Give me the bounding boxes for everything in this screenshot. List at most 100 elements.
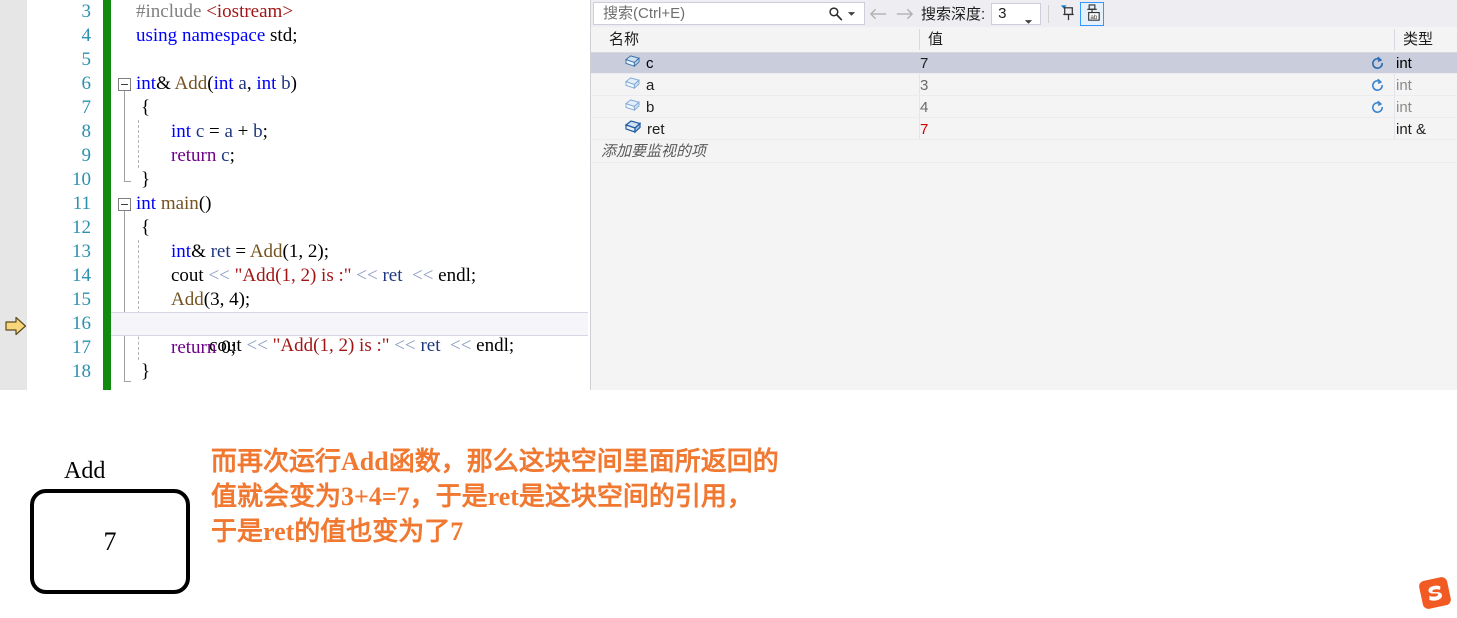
watch-variable-type: int <box>1396 77 1412 94</box>
s-logo-watermark <box>1419 577 1451 609</box>
refresh-icon[interactable] <box>1370 56 1385 76</box>
fold-guide-elbow <box>124 381 131 382</box>
code-line[interactable]: int c = a + b; <box>171 120 268 144</box>
unsaved-change-bar <box>103 0 111 390</box>
code-token-shift: << <box>356 265 378 286</box>
search-depth-value: 3 <box>998 5 1007 22</box>
table-row[interactable]: c 7 int <box>591 53 1457 74</box>
code-token-c: c <box>221 145 230 166</box>
search-depth-combobox[interactable]: 3 <box>991 2 1042 25</box>
line-number: 12 <box>72 217 91 238</box>
line-number: 7 <box>81 97 92 118</box>
code-line[interactable]: #include <iostream> <box>136 0 293 24</box>
code-line[interactable]: return c; <box>171 144 235 168</box>
code-line[interactable]: { <box>141 216 150 240</box>
refresh-icon[interactable] <box>1370 78 1385 98</box>
code-token-int: int <box>136 73 157 94</box>
fold-collapse-icon-line6[interactable] <box>118 78 131 91</box>
code-token-two: 2 <box>307 241 318 262</box>
variable-box-icon <box>625 75 640 96</box>
code-token-shift: << <box>411 265 434 286</box>
variable-box-icon <box>625 53 640 74</box>
line-number-gutter: 3 4 5 6 7 8 9 10 11 12 13 14 15 16 17 18 <box>27 0 103 390</box>
code-token-int: int <box>256 73 277 94</box>
column-header-value[interactable]: 值 <box>920 27 1394 52</box>
fold-collapse-icon-line11[interactable] <box>118 198 131 211</box>
annotation-note-line: 于是ret的值也变为了7 <box>211 517 464 546</box>
nav-forward-button[interactable] <box>891 2 917 26</box>
nav-back-button[interactable] <box>865 2 891 26</box>
code-line[interactable]: int main() <box>136 192 211 216</box>
watch-row-name-cell[interactable]: ret <box>591 119 665 140</box>
watch-row-name-cell[interactable]: a <box>591 75 654 96</box>
code-token-return: return <box>171 145 217 166</box>
code-semicolon: ; <box>229 145 235 166</box>
watch-toolbar: 搜索深度: 3 <box>591 0 1457 27</box>
code-text-area[interactable]: #include <iostream> using namespace std;… <box>111 0 590 390</box>
watch-variable-value[interactable]: 4 <box>920 97 928 118</box>
code-token-shift: << <box>208 265 230 286</box>
code-line[interactable]: int& ret = Add(1, 2); <box>171 240 329 264</box>
code-line[interactable]: using namespace std; <box>136 24 297 48</box>
code-token-std: std; <box>270 25 298 46</box>
code-token-ret: ret <box>210 241 231 262</box>
code-token-fn-add: Add <box>174 73 208 94</box>
code-token-brace: { <box>141 217 151 238</box>
code-token-string: "Add(1, 2) is :" <box>234 265 352 286</box>
code-editor-pane[interactable]: 3 4 5 6 7 8 9 10 11 12 13 14 15 16 17 18 <box>0 0 590 390</box>
watch-grid-header: 名称 值 类型 <box>591 27 1457 53</box>
column-header-name[interactable]: 名称 <box>601 27 919 52</box>
line-number: 14 <box>72 265 91 286</box>
watch-variable-value[interactable]: 3 <box>920 75 928 96</box>
refresh-icon[interactable] <box>1370 100 1385 120</box>
search-input[interactable] <box>601 4 823 23</box>
search-icon[interactable] <box>823 3 847 24</box>
watch-variable-value[interactable]: 7 <box>920 119 928 140</box>
code-line[interactable]: } <box>141 360 150 384</box>
watch-row-name-cell[interactable]: b <box>591 97 654 118</box>
watch-variable-value[interactable]: 7 <box>920 53 928 74</box>
line-number: 4 <box>81 25 92 46</box>
screenshot-root: 3 4 5 6 7 8 9 10 11 12 13 14 15 16 17 18 <box>0 0 1457 618</box>
code-semicolon: ; <box>262 121 268 142</box>
search-box[interactable] <box>593 2 865 25</box>
watch-variable-type: int <box>1396 55 1412 72</box>
code-token-ret: ret <box>420 335 441 356</box>
code-token-include: #include <box>136 1 202 22</box>
code-line[interactable]: return 0; <box>171 336 236 360</box>
table-row[interactable]: a 3 int <box>591 75 1457 96</box>
indent-guide <box>138 120 139 168</box>
line-number: 18 <box>72 361 91 382</box>
code-token-amp: & <box>191 241 206 262</box>
pin-button[interactable] <box>1056 2 1080 26</box>
watch-variable-type: int <box>1396 99 1412 116</box>
column-header-type[interactable]: 类型 <box>1395 27 1457 52</box>
code-line[interactable]: int& Add(int a, int b) <box>136 72 297 96</box>
code-token-int: int <box>171 241 192 262</box>
pin-ab-button[interactable]: ab <box>1080 1 1105 26</box>
line-number: 15 <box>72 289 91 310</box>
code-line[interactable]: { <box>141 96 150 120</box>
code-line[interactable]: cout << "Add(1, 2) is :" << ret << endl; <box>171 264 476 288</box>
add-watch-row[interactable]: 添加要监视的项 <box>591 141 1457 163</box>
line-number: 5 <box>81 49 92 70</box>
code-assign: = <box>230 241 250 262</box>
code-token-zero: 0 <box>221 337 231 358</box>
code-comma: , <box>219 289 230 310</box>
code-line-current-execution[interactable]: cout << "Add(1, 2) is :" << ret << endl; <box>111 312 588 356</box>
table-row[interactable]: b 4 int <box>591 97 1457 118</box>
chevron-down-icon[interactable] <box>847 5 856 23</box>
code-semicolon: ; <box>230 337 236 358</box>
watch-variable-name: c <box>646 55 654 72</box>
code-token-shift: << <box>246 335 268 356</box>
code-line[interactable]: } <box>141 168 150 192</box>
code-token-endl: endl; <box>438 265 477 286</box>
watch-row-name-cell[interactable]: c <box>591 53 654 74</box>
add-watch-placeholder[interactable]: 添加要监视的项 <box>601 141 706 163</box>
code-token-ret: ret <box>382 265 403 286</box>
code-token-namespace: namespace <box>181 25 266 46</box>
code-paren: ) <box>290 73 297 94</box>
diagram-box-value: 7 <box>103 526 117 556</box>
code-line[interactable]: Add(3, 4); <box>171 288 250 312</box>
table-row[interactable]: ret 7 int & <box>591 119 1457 140</box>
